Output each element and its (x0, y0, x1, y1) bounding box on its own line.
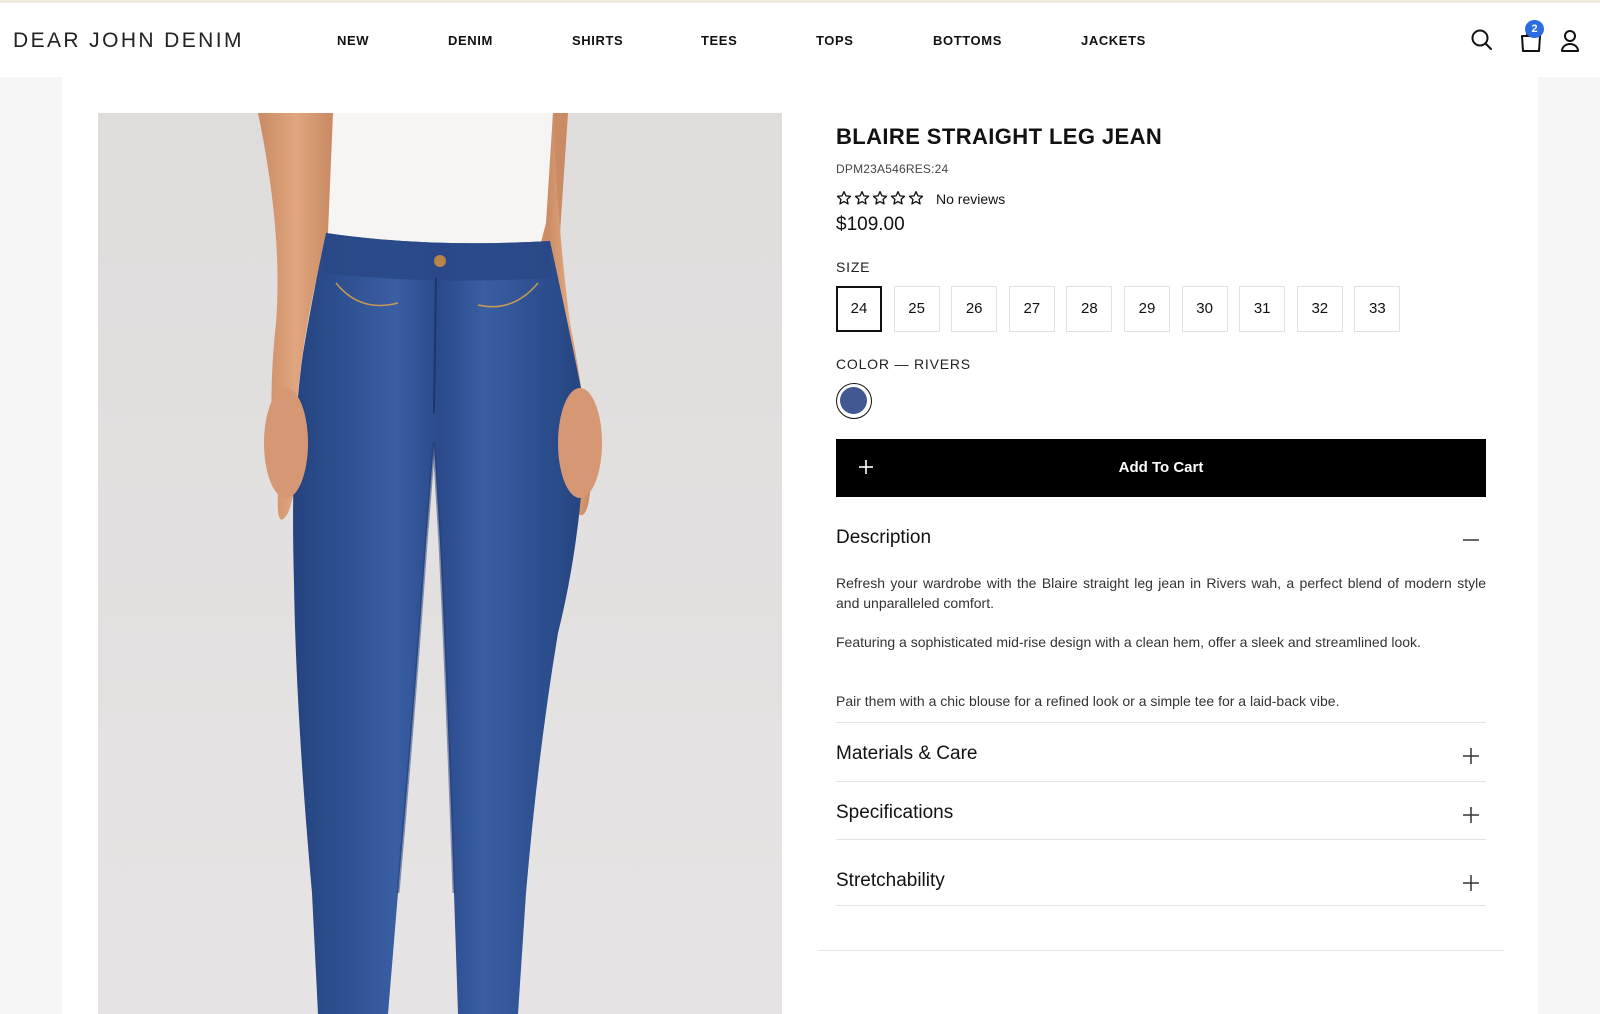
product-photo[interactable] (98, 113, 782, 1014)
product-info-panel: BLAIRE STRAIGHT LEG JEAN DPM23A546RES:24… (836, 0, 1486, 1014)
star-icon (908, 191, 924, 205)
color-swatch-rivers[interactable] (836, 383, 872, 419)
nav-item-new[interactable]: NEW (337, 33, 369, 48)
accordion-specifications-title: Specifications (836, 802, 954, 823)
rating-stars[interactable] (836, 190, 924, 206)
add-to-cart-label: Add To Cart (1118, 459, 1204, 476)
size-option-26[interactable]: 26 (951, 286, 998, 332)
description-paragraph: Refresh your wardrobe with the Blaire st… (836, 575, 1486, 611)
product-price: $109.00 (836, 214, 905, 235)
plus-icon[interactable] (1462, 747, 1480, 765)
accordion-materials-care[interactable]: Materials & Care (836, 743, 1486, 783)
divider (836, 839, 1486, 840)
size-option-33[interactable]: 33 (1354, 286, 1401, 332)
nav-item-tees[interactable]: TEES (701, 33, 737, 48)
cart-count-badge: 2 (1525, 20, 1544, 38)
size-option-27[interactable]: 27 (1008, 286, 1055, 332)
size-option-25[interactable]: 25 (893, 286, 940, 332)
divider (836, 905, 1486, 906)
reviews-link[interactable]: No reviews (936, 191, 1005, 207)
star-icon (890, 191, 906, 205)
product-title: BLAIRE STRAIGHT LEG JEAN (836, 124, 1163, 149)
accordion-description-title: Description (836, 527, 932, 548)
description-paragraph: Pair them with a chic blouse for a refin… (836, 693, 1340, 709)
user-icon[interactable] (1557, 27, 1583, 53)
divider (836, 722, 1486, 723)
star-icon (872, 191, 888, 205)
size-option-24[interactable]: 24 (836, 286, 882, 332)
swatch-fill (840, 387, 867, 414)
accordion-materials-title: Materials & Care (836, 743, 978, 764)
star-icon (854, 191, 870, 205)
size-option-28[interactable]: 28 (1066, 286, 1113, 332)
accordion-stretchability[interactable]: Stretchability (836, 870, 1486, 910)
minus-icon[interactable] (1462, 531, 1480, 549)
star-icon (836, 191, 852, 205)
add-to-cart-button[interactable]: Add To Cart (836, 439, 1486, 497)
size-option-31[interactable]: 31 (1239, 286, 1286, 332)
brand-logo[interactable]: DEAR JOHN DENIM (13, 29, 244, 53)
accordion-description[interactable]: Description (836, 527, 1486, 567)
accordion-specifications[interactable]: Specifications (836, 802, 1486, 842)
section-divider (818, 950, 1504, 951)
color-label: COLOR — RIVERS (836, 356, 971, 372)
divider (836, 781, 1486, 782)
size-label: SIZE (836, 259, 871, 275)
accordion-stretchability-title: Stretchability (836, 870, 945, 891)
description-paragraph: Featuring a sophisticated mid-rise desig… (836, 634, 1421, 650)
nav-item-shirts[interactable]: SHIRTS (572, 33, 623, 48)
size-option-32[interactable]: 32 (1296, 286, 1343, 332)
size-option-30[interactable]: 30 (1181, 286, 1228, 332)
plus-icon[interactable] (1462, 874, 1480, 892)
product-sku: DPM23A546RES:24 (836, 162, 949, 176)
size-option-29[interactable]: 29 (1124, 286, 1170, 332)
nav-item-denim[interactable]: DENIM (448, 33, 493, 48)
plus-icon[interactable] (1462, 806, 1480, 824)
